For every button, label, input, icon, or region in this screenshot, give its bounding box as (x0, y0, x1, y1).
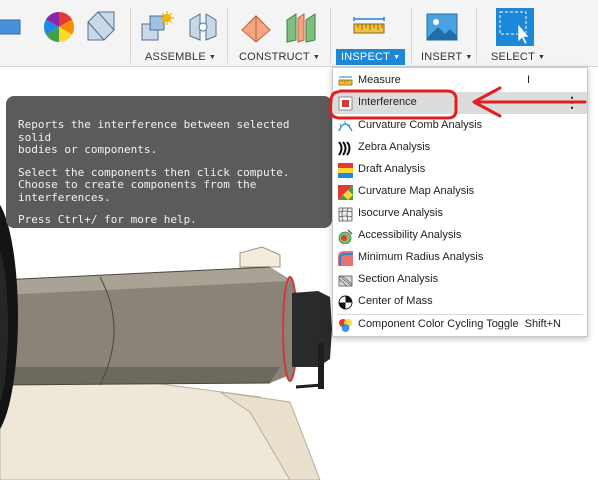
measure-ruler-icon[interactable] (352, 10, 386, 44)
command-tooltip: Reports the interference between selecte… (6, 96, 332, 228)
toolbar-separator (476, 8, 477, 63)
menu-shortcut: I (526, 74, 530, 86)
zebra-icon (338, 141, 353, 156)
align-icon[interactable] (0, 10, 30, 44)
offset-plane-icon[interactable] (240, 10, 274, 44)
draft-analysis-icon (338, 163, 353, 178)
menu-item-accessibility[interactable]: Accessibility Analysis (333, 225, 587, 247)
interference-icon (338, 96, 353, 111)
toolbar-group-inspect[interactable]: INSPECT ▼ (336, 49, 406, 65)
menu-item-curvature-comb[interactable]: Curvature Comb Analysis (333, 115, 587, 137)
toolbar-separator (227, 8, 228, 63)
chevron-down-icon: ▼ (538, 54, 546, 61)
chevron-down-icon: ▼ (312, 54, 320, 61)
menu-item-zebra[interactable]: Zebra Analysis (333, 137, 587, 159)
select-window-icon[interactable] (496, 8, 534, 46)
color-cycling-icon (339, 319, 352, 332)
accessibility-icon (338, 229, 353, 244)
measure-icon (338, 76, 353, 86)
toolbar-separator (411, 8, 412, 63)
menu-shortcut: Shift+N (524, 318, 561, 330)
menu-item-measure[interactable]: Measure I (333, 70, 587, 92)
toolbar-group-construct[interactable]: CONSTRUCT ▼ (239, 51, 320, 63)
section-analysis-icon (338, 275, 353, 287)
inspect-dropdown-menu: Measure I Interference ⋮ Curvature Comb … (332, 67, 588, 337)
menu-item-isocurve[interactable]: Isocurve Analysis (333, 203, 587, 225)
curvature-comb-icon (338, 121, 353, 132)
menu-item-section-analysis[interactable]: Section Analysis (333, 269, 587, 291)
midplane-icon[interactable] (284, 10, 318, 44)
chevron-down-icon: ▼ (465, 54, 473, 61)
menu-item-curvature-map[interactable]: Curvature Map Analysis (333, 181, 587, 203)
toolbar-group-assemble[interactable]: ASSEMBLE ▼ (145, 51, 216, 63)
chevron-down-icon: ▼ (393, 54, 401, 61)
tooltip-help-hint: Press Ctrl+/ for more help. (18, 213, 197, 226)
minimum-radius-icon (338, 251, 353, 266)
menu-item-color-cycling[interactable]: Component Color Cycling Toggle Shift+N (333, 314, 587, 336)
joint-icon[interactable] (186, 10, 220, 44)
menu-item-interference[interactable]: Interference ⋮ (333, 92, 587, 114)
new-component-icon[interactable] (140, 10, 174, 44)
more-options-icon[interactable]: ⋮ (565, 94, 579, 111)
menu-item-minimum-radius[interactable]: Minimum Radius Analysis (333, 247, 587, 269)
chevron-down-icon: ▼ (208, 54, 217, 61)
menu-item-center-of-mass[interactable]: Center of Mass (333, 291, 587, 313)
chamfer-body-icon[interactable] (84, 10, 118, 44)
toolbar-separator (330, 8, 331, 63)
toolbar-group-insert[interactable]: INSERT ▼ (421, 51, 472, 63)
tooltip-description: Reports the interference between selecte… (18, 118, 290, 156)
appearance-color-wheel-icon[interactable] (42, 10, 76, 44)
toolbar: ASSEMBLE ▼ CONSTRUCT ▼ INSPECT ▼ INSERT ▼ (0, 0, 598, 67)
center-of-mass-icon (338, 295, 353, 310)
curvature-map-icon (338, 185, 353, 200)
tooltip-instructions: Select the components then click compute… (18, 165, 290, 204)
isocurve-icon (338, 207, 353, 222)
toolbar-group-select[interactable]: SELECT ▼ (491, 51, 545, 63)
toolbar-separator (130, 8, 131, 63)
insert-image-icon[interactable] (425, 10, 459, 44)
menu-item-draft-analysis[interactable]: Draft Analysis (333, 159, 587, 181)
